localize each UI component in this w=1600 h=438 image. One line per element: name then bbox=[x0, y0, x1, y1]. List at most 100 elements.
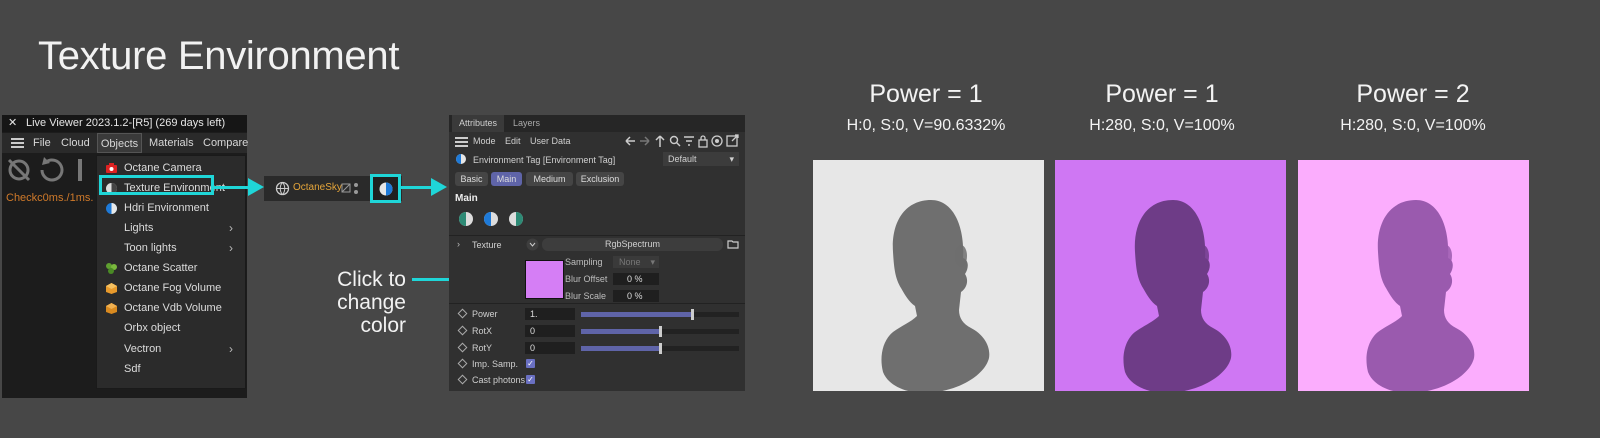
sampling-dropdown[interactable]: None ▾ bbox=[613, 256, 659, 268]
environment-type-icons bbox=[459, 212, 523, 226]
subtab-exclusion[interactable]: Exclusion bbox=[576, 172, 624, 186]
texture-env-icon[interactable] bbox=[459, 212, 473, 226]
roty-label: RotY bbox=[472, 343, 493, 353]
sampling-label: Sampling bbox=[565, 257, 603, 267]
blur-scale-field[interactable]: 0 % bbox=[613, 290, 659, 302]
menu-cloud[interactable]: Cloud bbox=[61, 133, 90, 153]
render-preview-image bbox=[1298, 160, 1529, 391]
menu-item-octane-vdb-volume[interactable]: Octane Vdb Volume bbox=[97, 298, 243, 318]
menu-item-octane-fog-volume[interactable]: Octane Fog Volume bbox=[97, 278, 243, 298]
planetary-env-icon[interactable] bbox=[509, 212, 523, 226]
menu-item-vectron[interactable]: Vectron › bbox=[97, 339, 243, 359]
keyframe-icon[interactable] bbox=[457, 325, 468, 336]
search-icon[interactable] bbox=[669, 135, 681, 147]
chevron-right-icon[interactable]: › bbox=[457, 239, 460, 249]
fog-volume-icon bbox=[106, 283, 117, 294]
keyframe-icon[interactable] bbox=[457, 308, 468, 319]
menu-edit[interactable]: Edit bbox=[505, 136, 521, 146]
new-window-icon[interactable] bbox=[726, 134, 739, 147]
imp-samp-checkbox[interactable]: ✓ bbox=[526, 359, 535, 368]
dots-icon[interactable] bbox=[353, 181, 359, 196]
render-preview-image bbox=[813, 160, 1044, 391]
menu-item-hdri-environment[interactable]: Hdri Environment bbox=[97, 198, 243, 218]
color-swatch[interactable] bbox=[525, 260, 564, 299]
arrow-line bbox=[401, 186, 433, 189]
lock-icon[interactable] bbox=[698, 135, 708, 148]
restart-icon[interactable] bbox=[40, 157, 64, 182]
render-status: Checkc0ms./1ms. M bbox=[6, 192, 106, 204]
preview-title: Power = 1 bbox=[869, 80, 983, 108]
hamburger-icon[interactable] bbox=[455, 137, 468, 147]
subtab-basic[interactable]: Basic bbox=[455, 172, 488, 186]
forward-arrow-icon[interactable] bbox=[640, 136, 650, 146]
menu-item-lights[interactable]: Lights › bbox=[97, 218, 243, 238]
render-toolbar bbox=[7, 157, 82, 182]
tab-layers[interactable]: Layers bbox=[506, 115, 547, 132]
hamburger-icon[interactable] bbox=[11, 138, 24, 148]
sky-object-icon bbox=[275, 181, 290, 196]
pause-icon[interactable] bbox=[78, 159, 82, 181]
sky-object-label: OctaneSky bbox=[293, 182, 342, 193]
callout-line: change bbox=[337, 291, 406, 314]
keyframe-icon[interactable] bbox=[457, 358, 468, 369]
up-arrow-icon[interactable] bbox=[655, 135, 665, 147]
texture-value: RgbSpectrum bbox=[604, 239, 661, 249]
texture-menu-icon[interactable] bbox=[526, 238, 539, 251]
render-stop-icon[interactable] bbox=[7, 158, 31, 182]
vdb-volume-icon bbox=[106, 303, 117, 314]
preview-title: Power = 1 bbox=[1105, 80, 1219, 108]
scatter-icon bbox=[106, 263, 117, 274]
cast-photons-checkbox[interactable]: ✓ bbox=[526, 375, 535, 384]
subtab-main[interactable]: Main bbox=[491, 172, 522, 186]
back-arrow-icon[interactable] bbox=[625, 136, 635, 146]
menu-file[interactable]: File bbox=[33, 133, 51, 153]
menu-item-orbx-object[interactable]: Orbx object bbox=[97, 318, 243, 338]
camera-icon bbox=[106, 163, 117, 173]
bust-ear bbox=[1440, 245, 1452, 267]
tab-attributes[interactable]: Attributes bbox=[452, 115, 505, 132]
preset-dropdown[interactable]: Default ▾ bbox=[663, 152, 739, 166]
chevron-down-icon: ▾ bbox=[650, 257, 655, 267]
filter-icon[interactable] bbox=[684, 136, 694, 146]
subtab-medium[interactable]: Medium bbox=[526, 172, 573, 186]
menu-item-toon-lights[interactable]: Toon lights › bbox=[97, 238, 243, 258]
cast-photons-label: Cast photons bbox=[472, 375, 526, 385]
folder-icon[interactable] bbox=[727, 239, 739, 249]
keyframe-icon[interactable] bbox=[457, 342, 468, 353]
texture-field[interactable]: RgbSpectrum bbox=[542, 238, 723, 251]
hdri-env-icon[interactable] bbox=[484, 212, 498, 226]
keyframe-icon[interactable] bbox=[457, 374, 468, 385]
menu-materials[interactable]: Materials bbox=[149, 133, 194, 153]
menu-objects[interactable]: Objects bbox=[97, 133, 142, 153]
visibility-icon[interactable] bbox=[341, 183, 351, 193]
object-title: Environment Tag [Environment Tag] bbox=[473, 155, 616, 165]
roty-slider[interactable] bbox=[581, 343, 739, 354]
arrow-line bbox=[214, 186, 250, 189]
callout-line: Click to bbox=[337, 268, 406, 291]
bust-ear bbox=[955, 245, 967, 267]
bust-render bbox=[1366, 200, 1475, 391]
power-slider[interactable] bbox=[581, 309, 739, 320]
power-field[interactable]: 1. bbox=[525, 308, 575, 320]
chevron-right-icon: › bbox=[229, 221, 233, 235]
bust-silhouette bbox=[881, 200, 990, 391]
bust-silhouette bbox=[1123, 200, 1232, 391]
rotx-slider[interactable] bbox=[581, 326, 739, 337]
blur-offset-field[interactable]: 0 % bbox=[613, 273, 659, 285]
rotx-label: RotX bbox=[472, 326, 493, 336]
menu-item-sdf[interactable]: Sdf bbox=[97, 359, 243, 379]
environment-tag-icon[interactable] bbox=[370, 174, 401, 203]
menu-mode[interactable]: Mode bbox=[473, 136, 496, 146]
target-icon[interactable] bbox=[711, 135, 723, 147]
roty-field[interactable]: 0 bbox=[525, 342, 575, 354]
power-label: Power bbox=[472, 309, 498, 319]
rotx-field[interactable]: 0 bbox=[525, 325, 575, 337]
chevron-right-icon: › bbox=[229, 342, 233, 356]
menu-user-data[interactable]: User Data bbox=[530, 136, 571, 146]
close-icon[interactable]: ✕ bbox=[8, 115, 17, 132]
menu-item-octane-scatter[interactable]: Octane Scatter bbox=[97, 258, 243, 278]
divider bbox=[449, 303, 745, 304]
blue-half-circle-icon bbox=[106, 203, 117, 214]
menu-compare[interactable]: Compare bbox=[203, 133, 248, 153]
blur-offset-label: Blur Offset bbox=[565, 274, 608, 284]
